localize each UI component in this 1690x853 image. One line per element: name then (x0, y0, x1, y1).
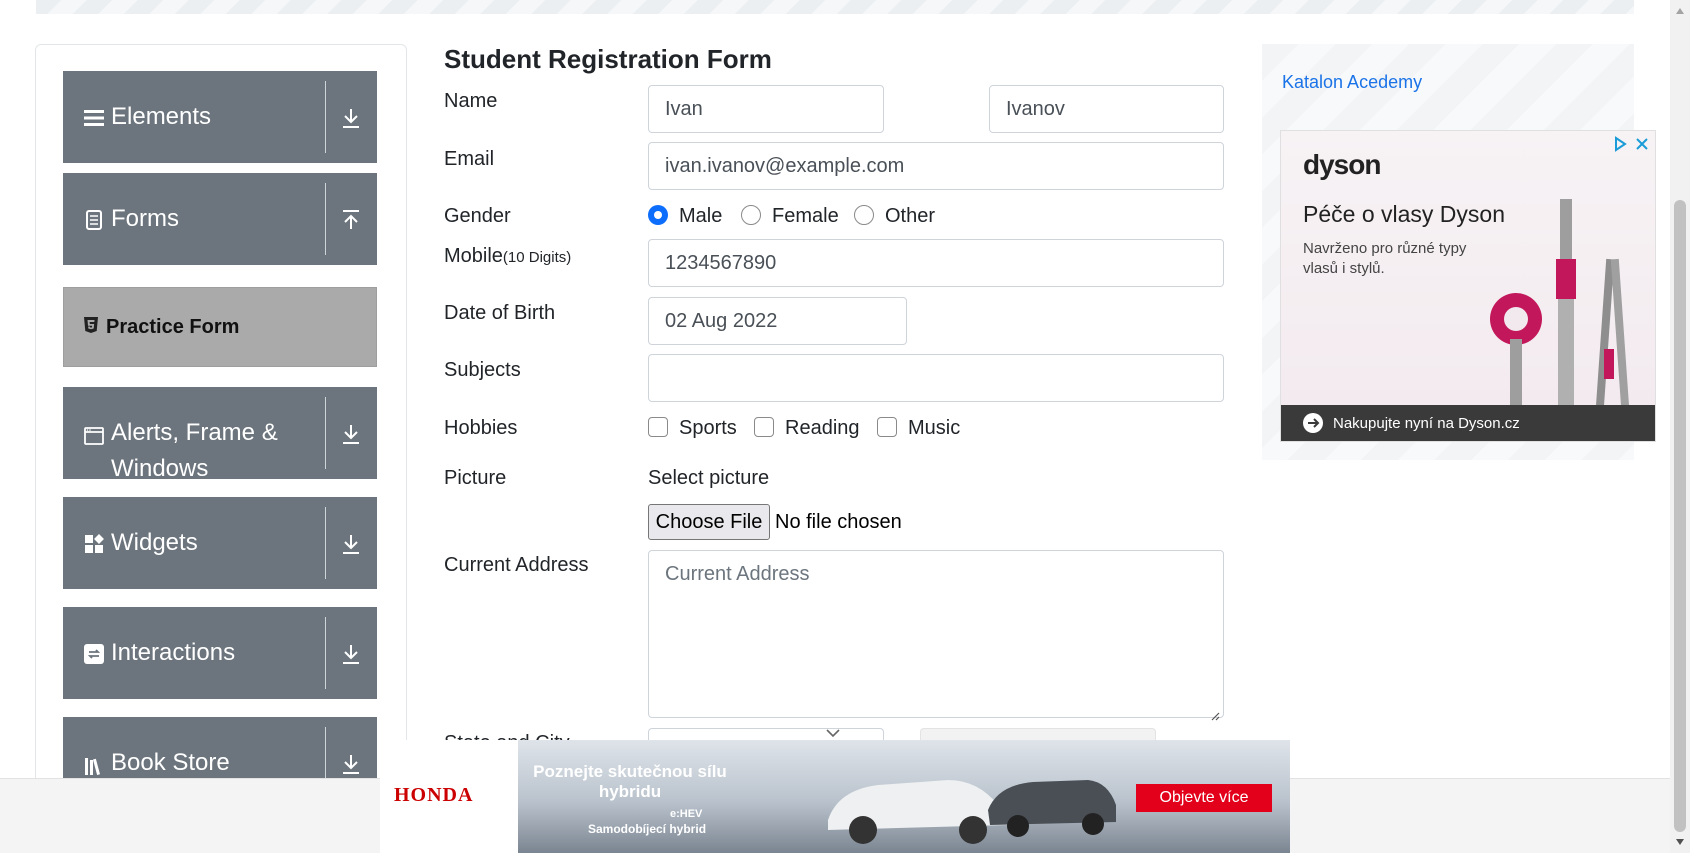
gender-other-label[interactable]: Other (885, 205, 935, 228)
katalon-academy-link[interactable]: Katalon Acedemy (1282, 72, 1422, 93)
hobbies-label: Hobbies (444, 417, 518, 439)
hev-badge: e:HEV (670, 808, 703, 820)
divider (325, 183, 326, 255)
email-label: Email (444, 148, 495, 170)
sidebar-group-elements[interactable]: Elements (63, 71, 377, 163)
book-icon (83, 755, 105, 777)
sidebar-group-label: Elements (111, 103, 212, 130)
scroll-down-arrow-icon[interactable] (1676, 839, 1684, 845)
collapse-up-icon[interactable] (338, 207, 364, 233)
expand-down-icon[interactable] (338, 105, 364, 131)
state-city-label: State and City (444, 732, 570, 740)
sidebar-group-label: Widgets (111, 529, 198, 556)
honda-ad-banner[interactable]: HONDA Poznejte skutečnou sílu hybridu e:… (380, 740, 1290, 853)
ad-cta-text[interactable]: Nakupujte nyní na Dyson.cz (1333, 415, 1520, 432)
gender-other-radio[interactable] (854, 205, 874, 225)
sidebar-group-alerts-frame-windows[interactable]: Alerts, Frame & Windows (63, 387, 377, 479)
gender-label: Gender (444, 205, 511, 227)
sidebar-item-label: Practice Form (106, 316, 240, 338)
scroll-up-arrow-icon[interactable] (1676, 8, 1684, 14)
scroll-thumb[interactable] (1674, 200, 1686, 832)
car-image (828, 780, 1116, 844)
mobile-input[interactable]: 1234567890 (648, 239, 1224, 287)
sidebar-group-forms[interactable]: Forms (63, 173, 377, 265)
gender-female-label[interactable]: Female (772, 205, 839, 228)
mobile-label: Mobile(10 Digits) (444, 245, 571, 268)
dyson-ad-banner[interactable]: dyson Péče o vlasy Dyson Navrženo pro rů… (1280, 130, 1656, 442)
honda-subline: Samodobíjecí hybrid (588, 822, 707, 836)
page: Elements Forms Practice Form Alerts, Fra… (0, 0, 1690, 853)
page-title: Student Registration Form (444, 44, 772, 74)
ad-subtext: Navrženo pro různé typy vlasů i stylů. (1303, 240, 1467, 277)
hobby-sports-checkbox[interactable] (648, 417, 668, 437)
subjects-input[interactable] (648, 354, 1224, 402)
current-address-label: Current Address (444, 554, 589, 576)
mobile-label-text: Mobile (444, 245, 503, 267)
gender-male-label[interactable]: Male (679, 205, 722, 228)
picture-label: Picture (444, 467, 507, 489)
hobby-sports-label[interactable]: Sports (679, 417, 737, 440)
sidebar-group-widgets[interactable]: Widgets (63, 497, 377, 589)
expand-down-icon[interactable] (338, 421, 364, 447)
select-picture-label: Select picture (648, 467, 770, 489)
hobby-music-label[interactable]: Music (908, 417, 960, 440)
honda-logo: HONDA (394, 784, 474, 806)
current-address-textarea[interactable]: Current Address (648, 550, 1224, 721)
sidebar-group-label: Forms (111, 205, 179, 232)
arrow-right-icon (1303, 413, 1323, 433)
divider (325, 507, 326, 579)
hobby-music-checkbox[interactable] (877, 417, 897, 437)
sidebar-group-interactions[interactable]: Interactions (63, 607, 377, 699)
gender-male-radio[interactable] (648, 205, 668, 225)
expand-down-icon[interactable] (338, 751, 364, 777)
interactions-icon (83, 643, 105, 665)
hobby-reading-checkbox[interactable] (754, 417, 774, 437)
html5-icon (84, 317, 100, 333)
objevte-vice-button[interactable]: Objevte více (1136, 784, 1272, 812)
sidebar-group-label: Alerts, Frame & (111, 419, 278, 446)
current-address-placeholder: Current Address (665, 563, 810, 585)
email-input[interactable]: ivan.ivanov@example.com (648, 142, 1224, 190)
last-name-input[interactable]: Ivanov (989, 85, 1224, 133)
no-file-text: No file chosen (775, 511, 902, 533)
side-advertisement: Katalon Acedemy dyson Péče o vlasy Dyson… (1262, 44, 1656, 460)
dyson-logo: dyson (1303, 149, 1381, 180)
list-icon (83, 107, 105, 129)
close-icon[interactable] (1633, 135, 1651, 153)
name-label: Name (444, 90, 498, 112)
gender-female-radio[interactable] (741, 205, 761, 225)
date-of-birth-input[interactable]: 02 Aug 2022 (648, 297, 907, 345)
dyson-product-image (1490, 199, 1630, 409)
choose-file-button[interactable]: Choose File (648, 504, 770, 540)
honda-ad-visual: Poznejte skutečnou sílu hybridu e:HEV Sa… (518, 740, 1290, 853)
resize-handle-icon[interactable] (1210, 704, 1220, 721)
sidebar-item-practice-form[interactable]: Practice Form (63, 287, 377, 367)
document-icon (83, 209, 105, 231)
window-icon (83, 425, 105, 447)
honda-headline: Poznejte skutečnou sílu hybridu (533, 762, 727, 801)
divider (325, 397, 326, 469)
dob-label: Date of Birth (444, 302, 556, 324)
sidebar-group-label: Interactions (111, 639, 236, 666)
header-banner-strip (36, 0, 1634, 14)
sidebar-group-label: Book Store (111, 749, 230, 776)
chevron-down-icon (826, 729, 840, 738)
expand-down-icon[interactable] (338, 641, 364, 667)
mobile-hint: (10 Digits) (502, 249, 572, 266)
divider (325, 617, 326, 689)
ad-choices-icon[interactable] (1611, 135, 1629, 153)
hobby-reading-label[interactable]: Reading (785, 417, 860, 440)
sidebar-group-label-line2: Windows (111, 455, 209, 479)
first-name-input[interactable]: Ivan (648, 85, 884, 133)
expand-down-icon[interactable] (338, 531, 364, 557)
divider (325, 81, 326, 153)
ad-headline: Péče o vlasy Dyson (1303, 201, 1505, 227)
widgets-icon (83, 533, 105, 555)
page-scrollbar[interactable] (1670, 0, 1690, 853)
sidebar: Elements Forms Practice Form Alerts, Fra… (35, 44, 407, 804)
subjects-label: Subjects (444, 359, 521, 381)
